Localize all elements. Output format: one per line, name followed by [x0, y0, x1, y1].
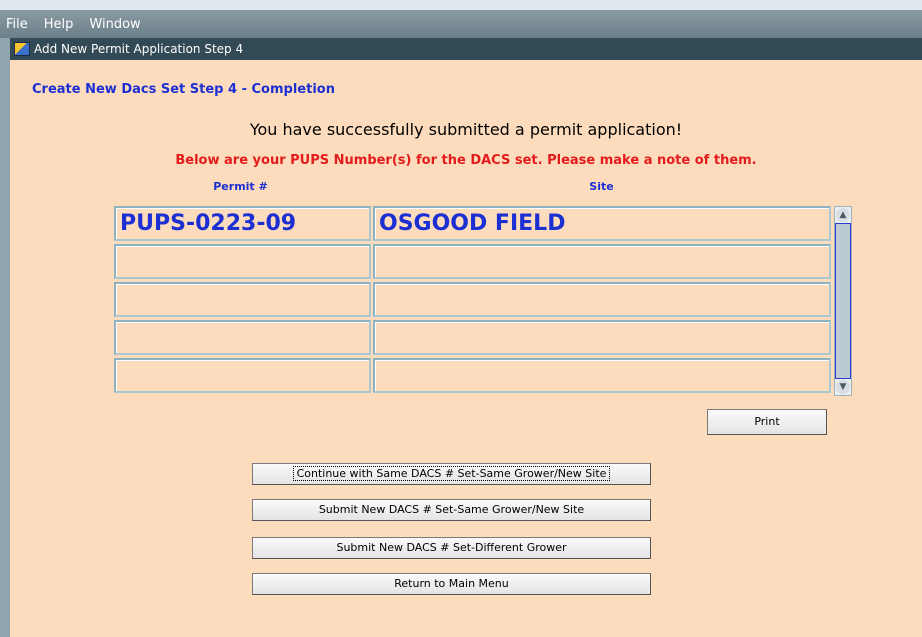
scroll-thumb[interactable]	[835, 223, 851, 379]
success-message: You have successfully submitted a permit…	[249, 120, 683, 139]
menu-window[interactable]: Window	[89, 17, 140, 32]
column-header-site: Site	[589, 180, 614, 193]
menu-help[interactable]: Help	[44, 17, 74, 32]
permit-cell[interactable]	[114, 358, 371, 393]
site-cell[interactable]	[373, 244, 831, 279]
column-header-permit: Permit #	[213, 180, 268, 193]
step-heading: Create New Dacs Set Step 4 - Completion	[32, 82, 335, 97]
print-button[interactable]: Print	[707, 409, 827, 435]
site-cell[interactable]	[373, 282, 831, 317]
submit-different-grower-button[interactable]: Submit New DACS # Set-Different Grower	[252, 537, 651, 559]
window-title: Add New Permit Application Step 4	[34, 42, 244, 56]
permit-cell[interactable]: PUPS-0223-09	[114, 206, 371, 241]
permit-cell[interactable]	[114, 282, 371, 317]
site-cell[interactable]	[373, 320, 831, 355]
scroll-down-arrow-icon[interactable]: ▼	[836, 380, 850, 394]
menu-bar: File Help Window	[0, 10, 922, 38]
permit-cell[interactable]	[114, 320, 371, 355]
submit-new-site-button[interactable]: Submit New DACS # Set-Same Grower/New Si…	[252, 499, 651, 521]
vertical-scrollbar[interactable]: ▲ ▼	[834, 206, 852, 396]
return-main-menu-button[interactable]: Return to Main Menu	[252, 573, 651, 595]
permit-cell[interactable]	[114, 244, 371, 279]
top-strip	[0, 0, 922, 10]
continue-same-grower-button[interactable]: Continue with Same DACS # Set-Same Growe…	[252, 463, 651, 485]
app-icon	[14, 42, 30, 56]
site-cell[interactable]: OSGOOD FIELD	[373, 206, 831, 241]
site-cell[interactable]	[373, 358, 831, 393]
menu-file[interactable]: File	[6, 17, 28, 32]
window-title-bar: Add New Permit Application Step 4	[10, 38, 922, 60]
scroll-up-arrow-icon[interactable]: ▲	[836, 208, 850, 222]
note-message: Below are your PUPS Number(s) for the DA…	[175, 153, 757, 168]
content-panel: Create New Dacs Set Step 4 - Completion …	[10, 60, 922, 637]
continue-same-grower-label: Continue with Same DACS # Set-Same Growe…	[292, 466, 611, 481]
window-left-edge	[0, 38, 10, 637]
